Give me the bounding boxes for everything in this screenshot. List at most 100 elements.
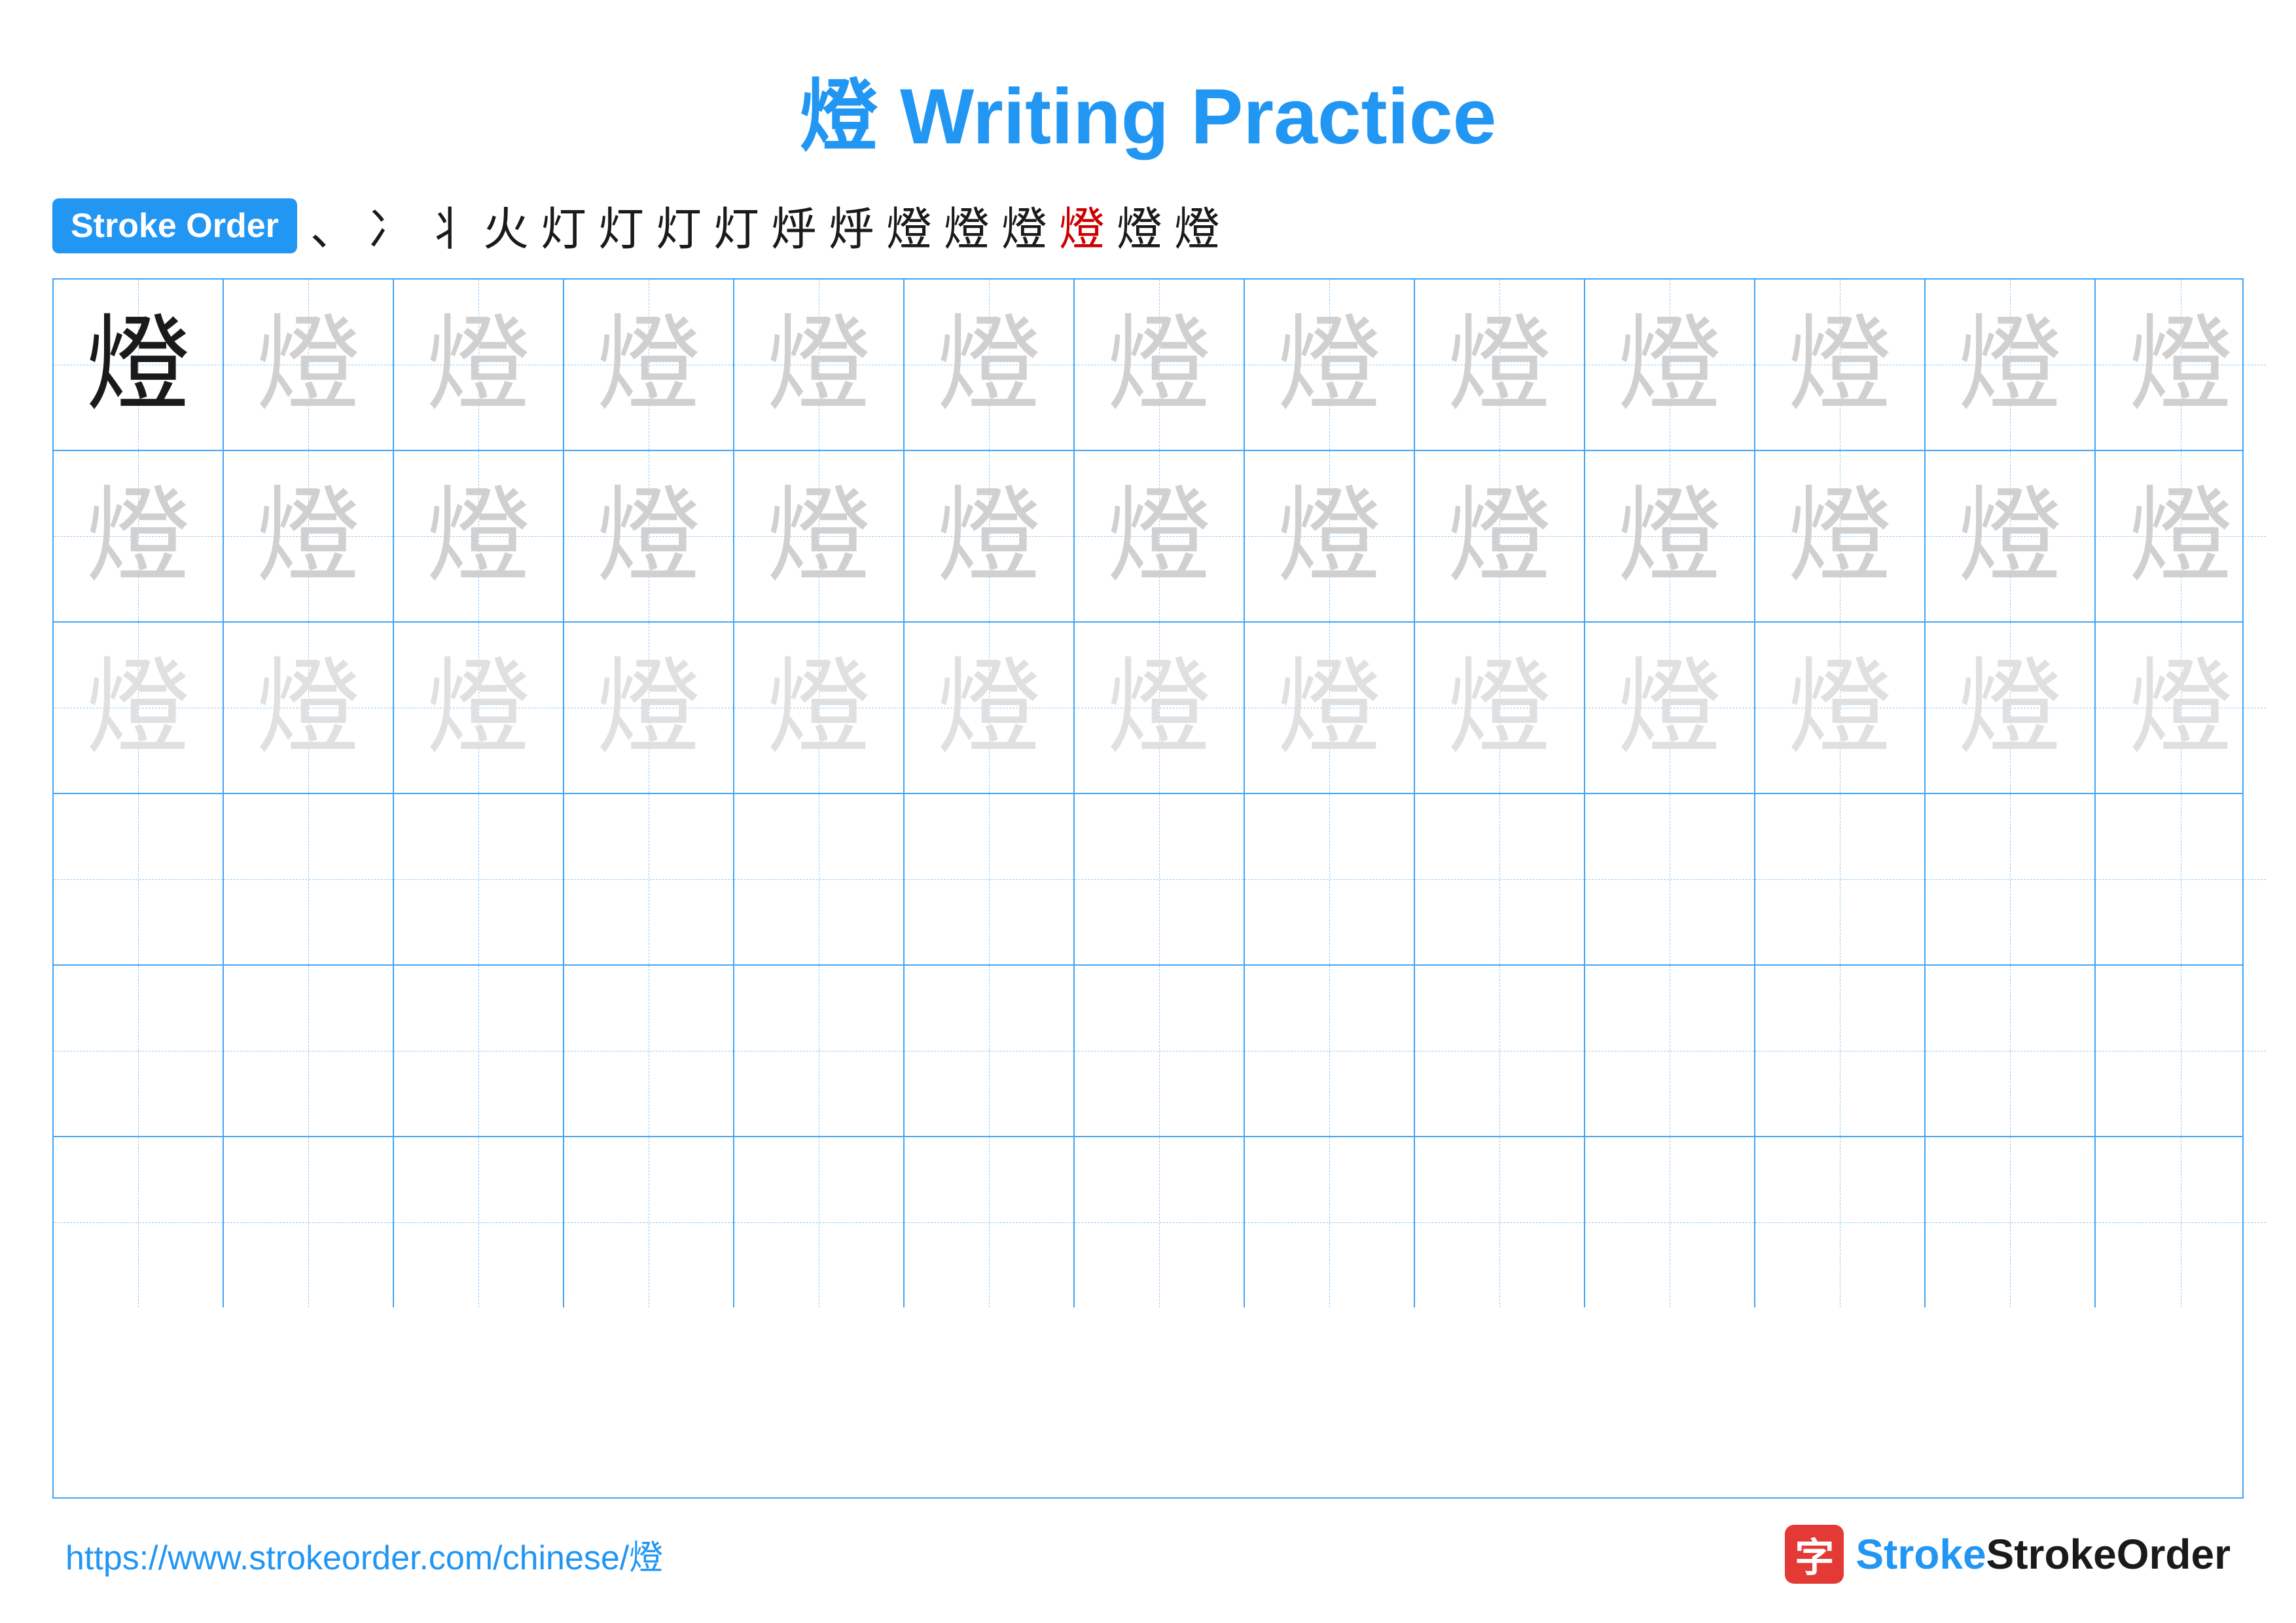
stroke-sequence: 、 冫 丬 火 灯 灯 灯 灯 烀 烀 燈 燈 燈 燈 燈 燈 (310, 192, 1220, 259)
cell-1-1: 燈 (54, 280, 224, 450)
cell-2-12: 燈 (1926, 451, 2096, 621)
cell-6-4[interactable] (564, 1137, 734, 1307)
cell-5-8[interactable] (1245, 966, 1415, 1136)
stroke-2: 冫 (368, 192, 414, 259)
cell-2-11: 燈 (1755, 451, 1926, 621)
cell-5-11[interactable] (1755, 966, 1926, 1136)
stroke-14: 燈 (1059, 192, 1105, 259)
cell-1-4: 燈 (564, 280, 734, 450)
stroke-order-row: Stroke Order 、 冫 丬 火 灯 灯 灯 灯 烀 烀 燈 燈 燈 燈… (52, 192, 2244, 259)
cell-3-6: 燈 (905, 623, 1075, 793)
cell-2-2: 燈 (224, 451, 394, 621)
cell-5-7[interactable] (1075, 966, 1245, 1136)
cell-4-7[interactable] (1075, 794, 1245, 964)
cell-2-5: 燈 (734, 451, 905, 621)
grid-row-3: 燈 燈 燈 燈 燈 燈 燈 燈 燈 燈 燈 燈 燈 (54, 623, 2242, 794)
cell-3-5: 燈 (734, 623, 905, 793)
stroke-1: 、 (310, 192, 356, 259)
cell-6-7[interactable] (1075, 1137, 1245, 1307)
cell-4-8[interactable] (1245, 794, 1415, 964)
cell-1-12: 燈 (1926, 280, 2096, 450)
cell-3-3: 燈 (394, 623, 564, 793)
stroke-6: 灯 (598, 192, 644, 259)
cell-2-9: 燈 (1415, 451, 1585, 621)
cell-1-13: 燈 (2096, 280, 2266, 450)
cell-1-6: 燈 (905, 280, 1075, 450)
cell-4-13[interactable] (2096, 794, 2266, 964)
cell-6-12[interactable] (1926, 1137, 2096, 1307)
grid-row-2: 燈 燈 燈 燈 燈 燈 燈 燈 燈 燈 燈 燈 燈 (54, 451, 2242, 623)
cell-5-13[interactable] (2096, 966, 2266, 1136)
stroke-order-badge: Stroke Order (52, 198, 297, 253)
cell-4-12[interactable] (1926, 794, 2096, 964)
grid-row-6 (54, 1137, 2242, 1307)
cell-5-6[interactable] (905, 966, 1075, 1136)
brand-icon: 字 (1785, 1525, 1844, 1584)
cell-6-11[interactable] (1755, 1137, 1926, 1307)
stroke-5: 灯 (541, 192, 586, 259)
cell-2-6: 燈 (905, 451, 1075, 621)
cell-6-8[interactable] (1245, 1137, 1415, 1307)
stroke-9: 烀 (771, 192, 817, 259)
cell-5-5[interactable] (734, 966, 905, 1136)
footer-url[interactable]: https://www.strokeorder.com/chinese/燈 (65, 1530, 663, 1579)
cell-4-3[interactable] (394, 794, 564, 964)
cell-6-13[interactable] (2096, 1137, 2266, 1307)
cell-5-4[interactable] (564, 966, 734, 1136)
cell-6-6[interactable] (905, 1137, 1075, 1307)
cell-5-2[interactable] (224, 966, 394, 1136)
grid-row-5 (54, 966, 2242, 1137)
stroke-13: 燈 (1001, 192, 1047, 259)
cell-5-9[interactable] (1415, 966, 1585, 1136)
cell-4-4[interactable] (564, 794, 734, 964)
cell-1-11: 燈 (1755, 280, 1926, 450)
cell-5-10[interactable] (1585, 966, 1755, 1136)
cell-5-12[interactable] (1926, 966, 2096, 1136)
cell-5-1[interactable] (54, 966, 224, 1136)
practice-grid: 燈 燈 燈 燈 燈 燈 燈 燈 燈 燈 燈 燈 燈 燈 燈 燈 燈 燈 燈 燈 … (52, 278, 2244, 1499)
cell-2-1: 燈 (54, 451, 224, 621)
cell-4-9[interactable] (1415, 794, 1585, 964)
cell-6-3[interactable] (394, 1137, 564, 1307)
cell-3-13: 燈 (2096, 623, 2266, 793)
cell-1-7: 燈 (1075, 280, 1245, 450)
cell-6-10[interactable] (1585, 1137, 1755, 1307)
cell-3-9: 燈 (1415, 623, 1585, 793)
cell-3-1: 燈 (54, 623, 224, 793)
cell-3-2: 燈 (224, 623, 394, 793)
stroke-15: 燈 (1117, 192, 1162, 259)
cell-3-10: 燈 (1585, 623, 1755, 793)
cell-2-10: 燈 (1585, 451, 1755, 621)
cell-2-8: 燈 (1245, 451, 1415, 621)
cell-4-10[interactable] (1585, 794, 1755, 964)
stroke-16: 燈 (1174, 192, 1220, 259)
cell-2-7: 燈 (1075, 451, 1245, 621)
cell-4-1[interactable] (54, 794, 224, 964)
cell-1-8: 燈 (1245, 280, 1415, 450)
page-title: 燈 Writing Practice (800, 52, 1497, 166)
cell-3-8: 燈 (1245, 623, 1415, 793)
cell-5-3[interactable] (394, 966, 564, 1136)
cell-1-9: 燈 (1415, 280, 1585, 450)
cell-1-3: 燈 (394, 280, 564, 450)
cell-4-6[interactable] (905, 794, 1075, 964)
grid-row-4 (54, 794, 2242, 966)
cell-6-1[interactable] (54, 1137, 224, 1307)
cell-6-2[interactable] (224, 1137, 394, 1307)
cell-1-5: 燈 (734, 280, 905, 450)
stroke-7: 灯 (656, 192, 702, 259)
cell-4-11[interactable] (1755, 794, 1926, 964)
cell-2-3: 燈 (394, 451, 564, 621)
cell-1-2: 燈 (224, 280, 394, 450)
brand-name: StrokeStrokeOrder (1856, 1530, 2231, 1578)
cell-3-11: 燈 (1755, 623, 1926, 793)
cell-4-5[interactable] (734, 794, 905, 964)
cell-4-2[interactable] (224, 794, 394, 964)
stroke-4: 火 (483, 192, 529, 259)
stroke-12: 燈 (944, 192, 990, 259)
stroke-11: 燈 (886, 192, 932, 259)
cell-6-9[interactable] (1415, 1137, 1585, 1307)
cell-6-5[interactable] (734, 1137, 905, 1307)
stroke-8: 灯 (713, 192, 759, 259)
cell-2-4: 燈 (564, 451, 734, 621)
